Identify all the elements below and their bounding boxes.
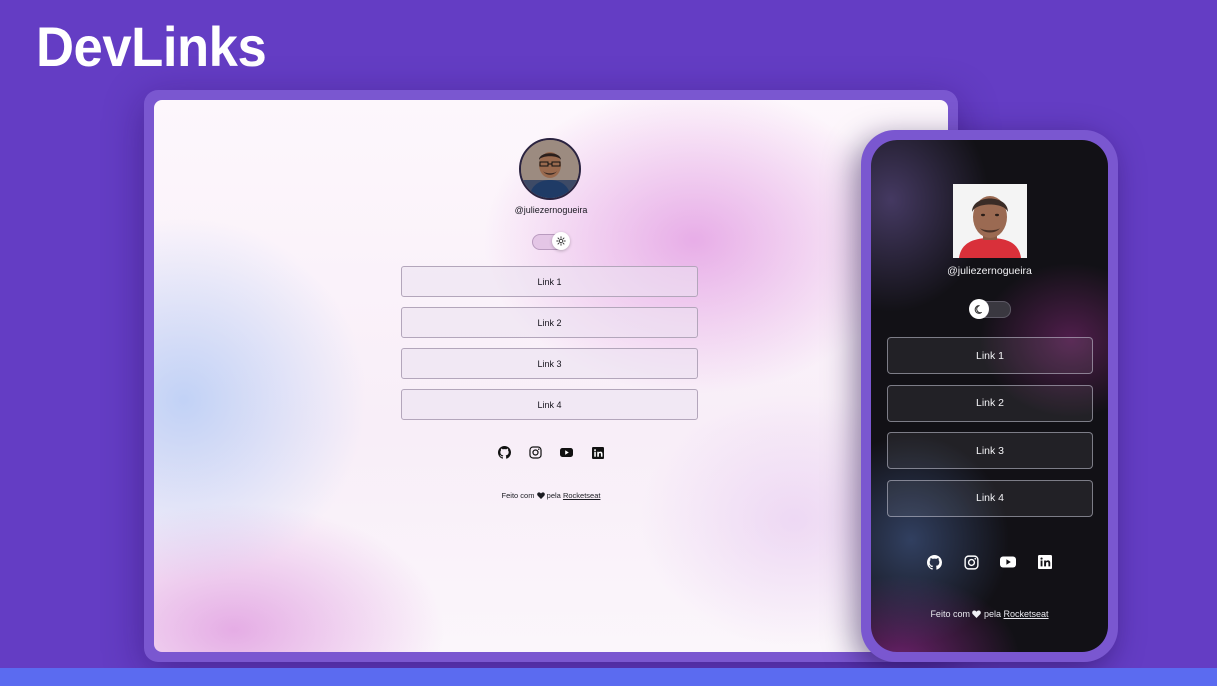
link-button[interactable]: Link 1 — [401, 266, 698, 297]
avatar-photo — [953, 184, 1027, 258]
page-title: DevLinks — [36, 15, 267, 78]
linkedin-icon[interactable] — [1037, 554, 1053, 570]
footer-middle: pela — [546, 491, 561, 500]
theme-toggle[interactable] — [532, 232, 570, 250]
linkedin-icon[interactable] — [591, 446, 604, 459]
footer-middle: pela — [983, 609, 1001, 619]
footer-prefix: Feito com — [930, 609, 970, 619]
desktop-mockup-frame: @juliezernogueira Link 1 Link 2 Link 3 L… — [144, 90, 958, 662]
link-button[interactable]: Link 4 — [401, 389, 698, 420]
github-icon[interactable] — [926, 554, 942, 570]
link-list: Link 1 Link 2 Link 3 Link 4 — [887, 337, 1093, 527]
link-button[interactable]: Link 3 — [401, 348, 698, 379]
link-button[interactable]: Link 2 — [887, 384, 1093, 422]
youtube-icon[interactable] — [560, 446, 573, 459]
username: @juliezernogueira — [514, 205, 588, 215]
social-links — [871, 554, 1108, 570]
rocketseat-link[interactable]: Rocketseat — [1004, 609, 1049, 619]
footer: Feito com pela Rocketseat — [154, 491, 948, 500]
toggle-knob — [969, 299, 989, 319]
mobile-mockup-frame: @juliezernogueira Link 1 Link 2 Link 3 L… — [861, 130, 1118, 662]
instagram-icon[interactable] — [963, 554, 979, 570]
youtube-icon[interactable] — [1000, 554, 1016, 570]
heart-icon — [972, 609, 982, 618]
desktop-screen: @juliezernogueira Link 1 Link 2 Link 3 L… — [154, 100, 948, 652]
mobile-screen: @juliezernogueira Link 1 Link 2 Link 3 L… — [871, 140, 1108, 652]
avatar — [953, 184, 1027, 258]
github-icon[interactable] — [498, 446, 511, 459]
footer: Feito com pela Rocketseat — [871, 609, 1108, 619]
bottom-bar — [0, 668, 1217, 686]
toggle-knob — [552, 232, 570, 250]
social-links — [154, 446, 948, 459]
instagram-icon[interactable] — [529, 446, 542, 459]
link-button[interactable]: Link 3 — [887, 432, 1093, 469]
avatar-photo — [521, 140, 579, 198]
heart-icon — [536, 491, 545, 499]
link-button[interactable]: Link 2 — [401, 307, 698, 338]
rocketseat-link[interactable]: Rocketseat — [563, 491, 601, 500]
theme-toggle[interactable] — [969, 299, 1011, 319]
username: @juliezernogueira — [947, 265, 1032, 277]
footer-prefix: Feito com — [501, 491, 535, 500]
avatar — [519, 138, 581, 200]
link-list: Link 1 Link 2 Link 3 Link 4 — [401, 266, 698, 430]
moon-icon — [974, 304, 982, 314]
link-button[interactable]: Link 4 — [887, 479, 1093, 517]
sun-icon — [556, 236, 566, 246]
link-button[interactable]: Link 1 — [887, 337, 1093, 374]
